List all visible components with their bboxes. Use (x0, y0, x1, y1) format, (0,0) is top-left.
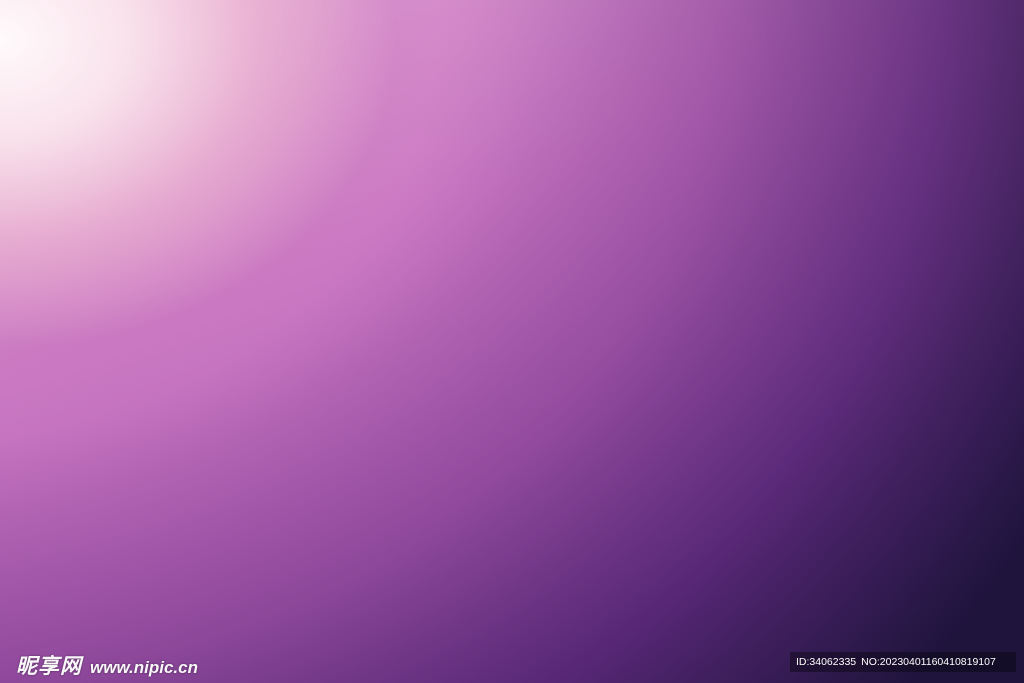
watermark-logo: 昵享网 (16, 654, 82, 678)
gradient-canvas: 昵享网 www.nipic.cn ID:34062335 NO:20230401… (0, 0, 1024, 683)
watermark-url: www.nipic.cn (90, 658, 198, 677)
image-id-strip: ID:34062335 NO:20230401160410819107 (790, 652, 1016, 672)
purple-gradient-background (0, 0, 1024, 683)
image-id: ID:34062335 (796, 656, 857, 668)
image-number: NO:20230401160410819107 (861, 656, 996, 668)
site-watermark: 昵享网 www.nipic.cn (16, 650, 198, 680)
